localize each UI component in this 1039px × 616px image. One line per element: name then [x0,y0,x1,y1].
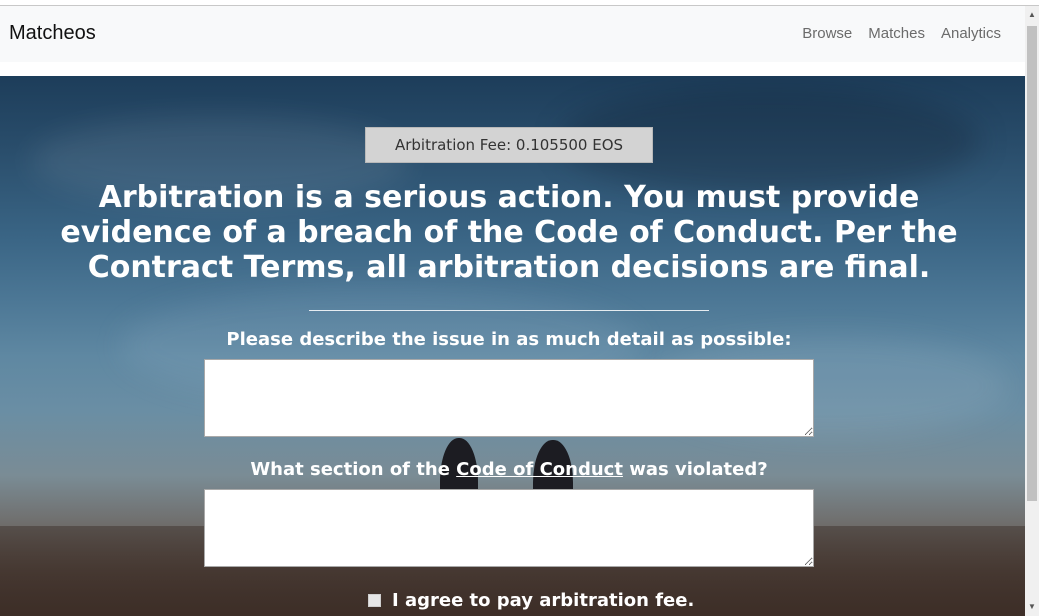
violated-section-textarea[interactable] [204,489,814,567]
agree-fee-row[interactable]: I agree to pay arbitration fee. [368,590,694,611]
navbar: Matcheos Browse Matches Analytics [0,6,1025,62]
vertical-scrollbar[interactable]: ▲ ▼ [1025,6,1039,616]
violated-section-label: What section of the Code of Conduct was … [150,459,868,480]
arbitration-fee-badge: Arbitration Fee: 0.105500 EOS [365,127,653,163]
nav-spacer [0,62,1025,76]
agree-fee-label[interactable]: I agree to pay arbitration fee. [392,590,694,611]
arbitration-hero: Arbitration Fee: 0.105500 EOS Arbitratio… [0,76,1025,616]
agree-fee-checkbox[interactable] [368,594,381,607]
nav-link-matches[interactable]: Matches [868,25,925,42]
violated-section-label-prefix: What section of the [250,459,457,480]
nav-link-analytics[interactable]: Analytics [941,25,1001,42]
arbitration-fee-text: Arbitration Fee: 0.105500 EOS [394,136,624,154]
nav-links: Browse Matches Analytics [802,25,1001,42]
divider [309,310,709,311]
chevron-up-icon[interactable]: ▲ [1025,8,1039,22]
code-of-conduct-link[interactable]: Code of Conduct [456,459,623,480]
arbitration-warning-heading: Arbitration is a serious action. You mus… [60,180,958,285]
scrollbar-thumb[interactable] [1027,26,1037,501]
brand-logo[interactable]: Matcheos [9,22,96,45]
chevron-down-icon[interactable]: ▼ [1025,600,1039,614]
issue-description-label: Please describe the issue in as much det… [226,329,792,350]
violated-section-label-suffix: was violated? [622,459,768,480]
issue-description-textarea[interactable] [204,359,814,437]
nav-link-browse[interactable]: Browse [802,25,852,42]
